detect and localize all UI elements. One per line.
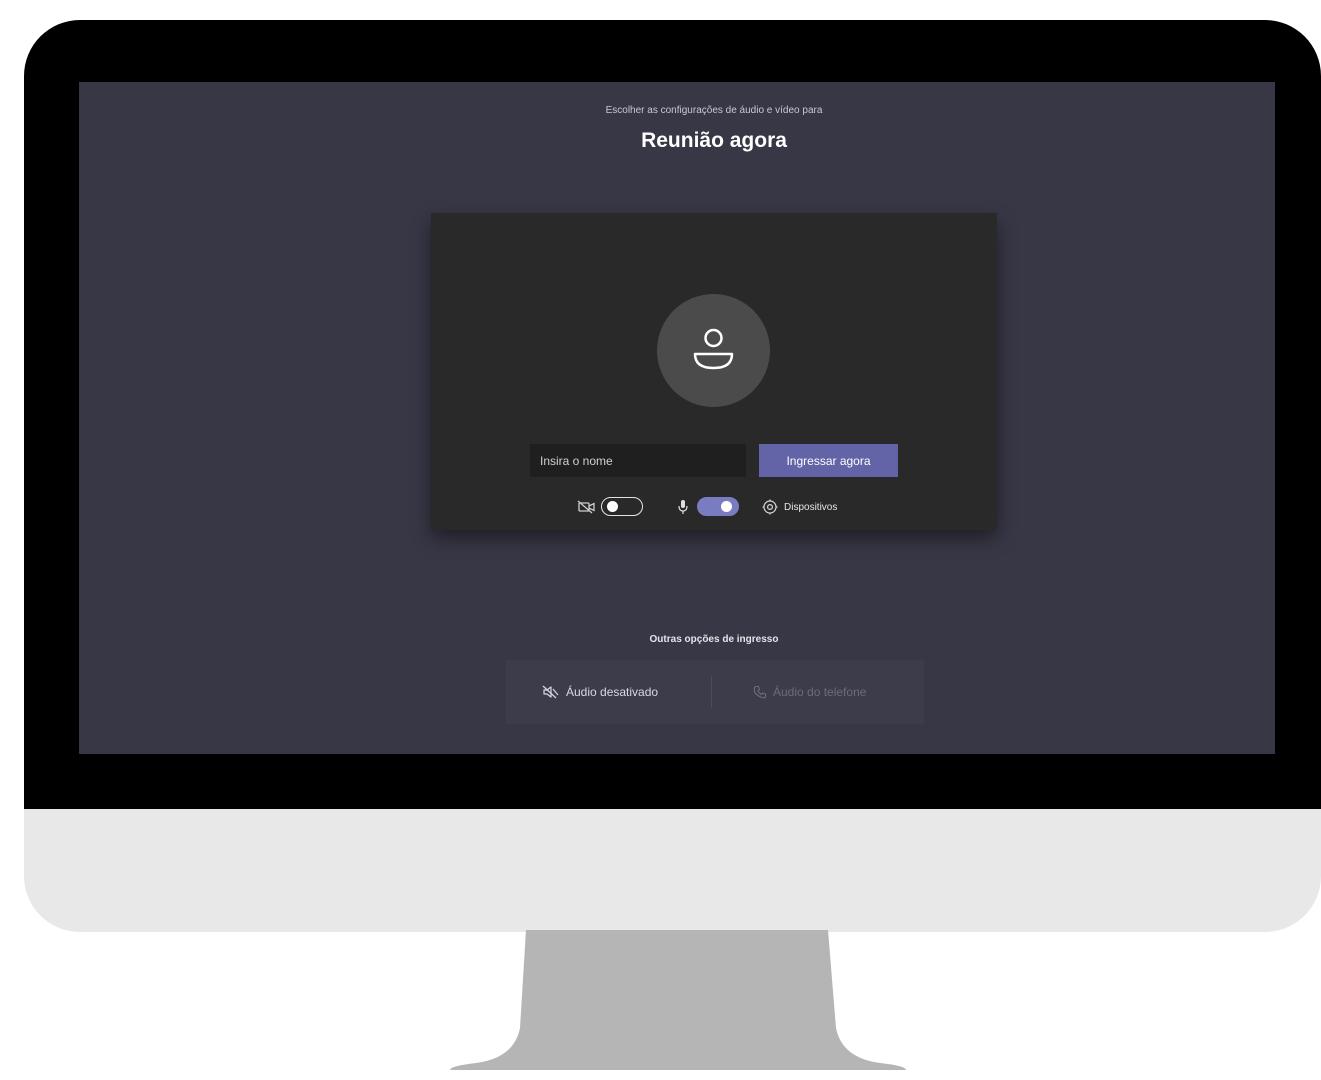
device-controls: Dispositivos <box>431 497 997 519</box>
video-preview-card: Ingressar agora <box>431 213 997 530</box>
person-icon <box>693 328 734 370</box>
audio-off-label: Áudio desativado <box>566 685 659 699</box>
devices-label: Dispositivos <box>784 501 838 513</box>
monitor-chin <box>24 809 1321 932</box>
gear-icon <box>762 499 778 515</box>
phone-icon <box>753 685 767 699</box>
video-toggle[interactable] <box>601 497 643 516</box>
speaker-off-icon <box>542 685 559 699</box>
audio-off-option[interactable]: Áudio desativado <box>542 660 658 724</box>
teams-prejoin-screen: Escolher as configurações de áudio e víd… <box>79 82 1275 754</box>
options-divider <box>711 676 712 708</box>
microphone-toggle[interactable] <box>697 497 739 516</box>
phone-audio-label: Áudio do telefone <box>773 685 867 699</box>
phone-audio-option[interactable]: Áudio do telefone <box>753 660 866 724</box>
meeting-title: Reunião agora <box>641 129 787 152</box>
devices-button[interactable]: Dispositivos <box>762 498 837 516</box>
microphone-icon <box>678 500 688 514</box>
page-subtitle: Escolher as configurações de áudio e víd… <box>605 105 823 116</box>
other-join-options: Áudio desativado Áudio do telefone <box>506 660 924 724</box>
join-now-button[interactable]: Ingressar agora <box>759 444 898 477</box>
other-join-options-title: Outras opções de ingresso <box>649 634 779 645</box>
name-input[interactable] <box>530 444 746 477</box>
avatar <box>657 294 770 407</box>
video-toggle-knob <box>607 501 618 512</box>
microphone-toggle-knob <box>721 501 732 512</box>
desktop-monitor-mockup: Escolher as configurações de áudio e víd… <box>0 0 1321 1080</box>
monitor-stand <box>450 930 906 1070</box>
camera-off-icon <box>577 500 595 514</box>
